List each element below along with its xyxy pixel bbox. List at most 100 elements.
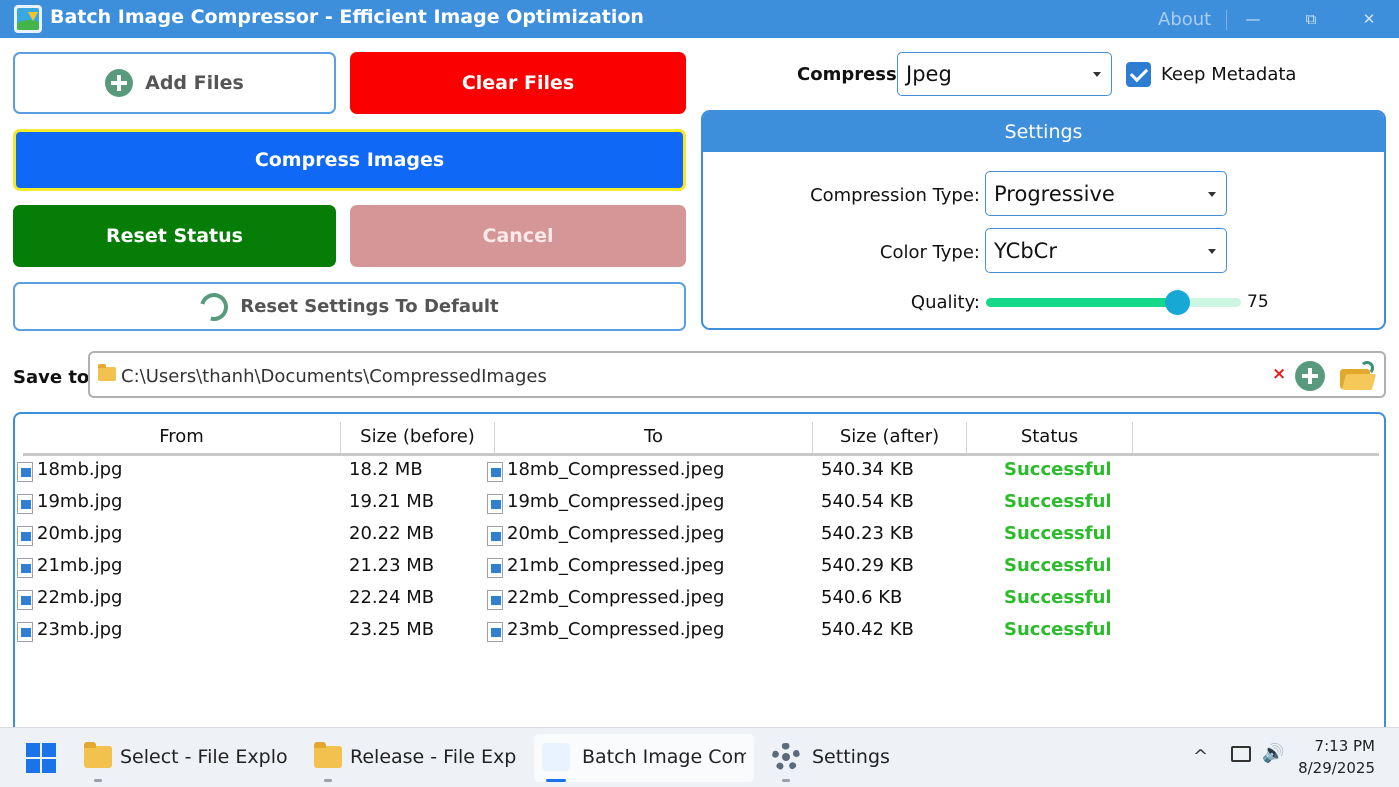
file-table: From Size (before) To Size (after) Statu… [13, 412, 1386, 732]
cell-from: 23mb.jpg [37, 619, 123, 640]
quality-label: Quality: [910, 292, 980, 313]
folder-icon [314, 742, 342, 768]
taskbar-label: Settings [812, 746, 890, 768]
column-header-from[interactable]: From [23, 422, 341, 453]
cell-from: 18mb.jpg [37, 459, 123, 480]
taskbar-file-explorer-release[interactable]: Release - File Explo [310, 734, 520, 782]
cell-size-after: 540.6 KB [821, 587, 903, 608]
cell-to: 21mb_Compressed.jpeg [507, 555, 725, 576]
image-file-icon [17, 494, 33, 514]
clear-path-icon[interactable]: × [1272, 364, 1286, 384]
taskbar-batch-image-compressor[interactable]: Batch Image Comp [534, 734, 754, 782]
speaker-icon[interactable]: 🔊 [1262, 743, 1284, 764]
color-type-label: Color Type: [879, 242, 980, 263]
window-title: Batch Image Compressor - Efficient Image… [50, 6, 644, 28]
keep-metadata-checkbox[interactable] [1126, 62, 1151, 87]
table-header: From Size (before) To Size (after) Statu… [23, 422, 1379, 456]
cell-from: 20mb.jpg [37, 523, 123, 544]
taskbar-file-explorer-select[interactable]: Select - File Explor [80, 734, 290, 782]
image-file-icon [17, 462, 33, 482]
cell-from: 22mb.jpg [37, 587, 123, 608]
about-link[interactable]: About [1158, 9, 1211, 30]
add-folder-icon[interactable] [1295, 361, 1325, 391]
close-button[interactable]: ✕ [1346, 0, 1392, 38]
settings-panel: Settings Compression Type: Progressive C… [701, 110, 1386, 330]
network-icon[interactable] [1231, 746, 1251, 762]
table-row[interactable]: 23mb.jpg 23.25 MB 23mb_Compressed.jpeg 540.… [17, 614, 1379, 646]
cell-status: Successful [1004, 491, 1112, 512]
cell-status: Successful [1004, 459, 1112, 480]
cell-to: 23mb_Compressed.jpeg [507, 619, 725, 640]
column-header-size-before[interactable]: Size (before) [341, 422, 495, 453]
clock-date[interactable]: 8/29/2025 [1290, 759, 1375, 777]
cell-to: 20mb_Compressed.jpeg [507, 523, 725, 544]
table-row[interactable]: 18mb.jpg 18.2 MB 18mb_Compressed.jpeg 540.3… [17, 454, 1379, 486]
cell-size-before: 20.22 MB [349, 523, 435, 544]
cell-size-before: 18.2 MB [349, 459, 423, 480]
cell-size-after: 540.42 KB [821, 619, 914, 640]
color-type-select[interactable]: YCbCr [985, 228, 1227, 273]
clear-files-button[interactable]: Clear Files [350, 52, 686, 114]
reset-icon [195, 287, 234, 326]
compress-format-select[interactable]: Jpeg [897, 52, 1112, 96]
maximize-button[interactable]: ⧉ [1288, 0, 1334, 38]
table-row[interactable]: 19mb.jpg 19.21 MB 19mb_Compressed.jpeg 540.… [17, 486, 1379, 518]
cancel-button[interactable]: Cancel [350, 205, 686, 267]
open-folder-icon[interactable] [1338, 361, 1378, 391]
taskbar-label: Select - File Explor [120, 746, 288, 768]
table-row[interactable]: 20mb.jpg 20.22 MB 20mb_Compressed.jpeg 540.… [17, 518, 1379, 550]
reset-status-button[interactable]: Reset Status [13, 205, 336, 267]
settings-header: Settings [703, 112, 1384, 152]
save-path-value[interactable]: C:\Users\thanh\Documents\CompressedImage… [121, 366, 547, 387]
compress-format-value: Jpeg [906, 62, 952, 86]
column-header-size-after[interactable]: Size (after) [813, 422, 967, 453]
taskbar-label: Batch Image Comp [582, 746, 746, 768]
add-files-label: Add Files [145, 72, 244, 94]
title-separator [1226, 10, 1227, 30]
reset-status-label: Reset Status [106, 225, 243, 247]
table-row[interactable]: 21mb.jpg 21.23 MB 21mb_Compressed.jpeg 540.… [17, 550, 1379, 582]
image-file-icon [487, 558, 503, 578]
compress-images-button[interactable]: Compress Images [13, 129, 686, 191]
keep-metadata-label[interactable]: Keep Metadata [1161, 64, 1296, 85]
image-file-icon [17, 622, 33, 642]
image-file-icon [17, 526, 33, 546]
cancel-label: Cancel [482, 225, 554, 247]
image-file-icon [487, 590, 503, 610]
quality-slider-fill [986, 298, 1178, 307]
quality-slider-thumb[interactable] [1165, 290, 1191, 315]
column-header-to[interactable]: To [495, 422, 813, 453]
cell-size-after: 540.54 KB [821, 491, 914, 512]
quality-value: 75 [1247, 292, 1269, 312]
image-file-icon [487, 494, 503, 514]
start-icon[interactable] [26, 743, 56, 773]
minimize-button[interactable]: — [1230, 0, 1276, 38]
compression-type-select[interactable]: Progressive [985, 171, 1227, 216]
app-icon [542, 743, 570, 771]
image-file-icon [487, 526, 503, 546]
quality-slider[interactable] [986, 290, 1241, 315]
cell-from: 19mb.jpg [37, 491, 123, 512]
taskbar-label: Release - File Explo [350, 746, 518, 768]
cell-status: Successful [1004, 587, 1112, 608]
cell-to: 19mb_Compressed.jpeg [507, 491, 725, 512]
cell-size-before: 19.21 MB [349, 491, 435, 512]
cell-size-before: 21.23 MB [349, 555, 435, 576]
taskbar: Select - File Explor Release - File Expl… [0, 727, 1399, 787]
compression-type-value: Progressive [994, 181, 1115, 206]
folder-icon [98, 364, 116, 381]
save-path-field[interactable]: C:\Users\thanh\Documents\CompressedImage… [88, 351, 1386, 398]
chevron-up-icon[interactable]: ^ [1193, 746, 1208, 767]
table-row[interactable]: 22mb.jpg 22.24 MB 22mb_Compressed.jpeg 540.… [17, 582, 1379, 614]
compression-type-label: Compression Type: [810, 185, 980, 206]
cell-size-after: 540.23 KB [821, 523, 914, 544]
folder-icon [84, 742, 112, 768]
clock-time[interactable]: 7:13 PM [1310, 737, 1375, 755]
reset-settings-button[interactable]: Reset Settings To Default [13, 282, 686, 331]
add-files-button[interactable]: Add Files [13, 52, 336, 114]
image-file-icon [17, 590, 33, 610]
cell-size-after: 540.34 KB [821, 459, 914, 480]
column-header-status[interactable]: Status [967, 422, 1133, 453]
cell-from: 21mb.jpg [37, 555, 123, 576]
taskbar-settings[interactable]: Settings [768, 734, 908, 782]
